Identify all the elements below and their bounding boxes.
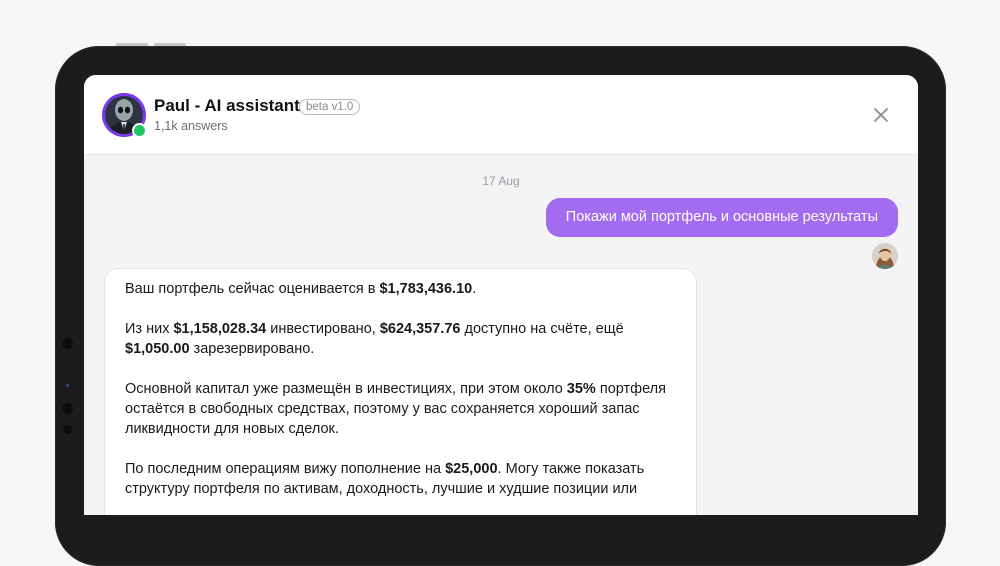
available-amount: $624,357.76 — [379, 321, 461, 337]
deposit-amount: $25,000 — [445, 461, 498, 477]
reserved-amount: $1,050.00 — [125, 341, 190, 357]
assistant-message-bubble: Ваш портфель сейчас оценивается в $1,783… — [104, 268, 697, 515]
date-separator: 17 Aug — [482, 174, 520, 188]
message-text: Из них — [125, 321, 174, 337]
close-button[interactable] — [867, 103, 895, 127]
message-paragraph: Основной капитал уже размещён в инвестиц… — [125, 379, 676, 439]
message-paragraph: По последним операциям вижу пополнение н… — [125, 459, 676, 499]
camera-sensor — [62, 338, 73, 349]
camera-sensor — [62, 403, 73, 414]
invested-amount: $1,158,028.34 — [173, 321, 267, 337]
message-paragraph: Ваш портфель сейчас оценивается в $1,783… — [125, 279, 676, 299]
answers-count: 1,1k answers — [154, 119, 228, 133]
message-paragraph: Из них $1,158,028.34 инвестировано, $624… — [125, 319, 676, 359]
chat-header: Paul - AI assistant beta v1.0 1,1k answe… — [84, 75, 918, 155]
message-text: Основной капитал уже размещён в инвестиц… — [125, 381, 567, 397]
indicator-light — [66, 384, 69, 387]
message-text: По последним операциям вижу пополнение н… — [125, 461, 446, 477]
user-avatar[interactable] — [872, 243, 898, 269]
user-message-bubble: Покажи мой портфель и основные результат… — [545, 198, 898, 237]
message-text: инвестировано, — [266, 321, 380, 337]
chat-window: Paul - AI assistant beta v1.0 1,1k answe… — [84, 75, 918, 515]
message-text: доступно на счёте, ещё — [460, 321, 624, 337]
close-icon — [874, 108, 888, 122]
message-text: . — [472, 281, 477, 297]
user-avatar-icon — [872, 243, 898, 269]
assistant-name: Paul - AI assistant — [154, 96, 300, 115]
free-funds-percent: 35% — [566, 381, 596, 397]
message-text: зарезервировано. — [189, 341, 315, 357]
online-status-dot — [132, 123, 147, 138]
message-text: Ваш портфель сейчас оценивается в — [125, 281, 380, 297]
version-badge: beta v1.0 — [299, 99, 361, 115]
portfolio-value: $1,783,436.10 — [379, 281, 473, 297]
camera-sensor — [63, 425, 72, 434]
